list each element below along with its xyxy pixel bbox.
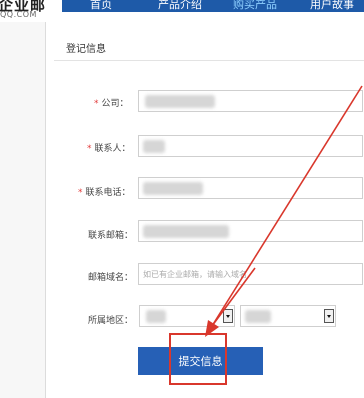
- company-input[interactable]: [138, 90, 363, 112]
- contact-label: * 联系人：: [87, 141, 131, 154]
- redacted-value: [143, 225, 229, 238]
- region-label: 所属地区：: [88, 316, 134, 326]
- nav-item-buy-product[interactable]: 购买产品: [233, 0, 277, 12]
- nav-item-home[interactable]: 首页: [90, 0, 112, 12]
- redacted-value: [145, 95, 215, 108]
- left-sidebar: [0, 22, 46, 398]
- email-label: 联系邮箱：: [88, 231, 134, 241]
- nav-item-user-stories[interactable]: 用户故事: [310, 0, 354, 12]
- contact-label-text: 联系人：: [94, 144, 131, 154]
- company-label-text: 公司：: [101, 99, 129, 109]
- top-navigation: 企业邮 QQ.COM 首页 产品介绍 购买产品 用户故事: [0, 0, 364, 22]
- form-title: 登记信息: [66, 44, 106, 55]
- nav-item-product-intro[interactable]: 产品介绍: [158, 0, 202, 12]
- domain-placeholder: 如已有企业邮箱，请输入域名: [143, 270, 247, 279]
- contact-input[interactable]: [138, 135, 363, 157]
- phone-label-text: 联系电话：: [85, 188, 131, 198]
- registration-page: 企业邮 QQ.COM 首页 产品介绍 购买产品 用户故事 登记信息 * 公司： *…: [0, 0, 364, 398]
- phone-label: * 联系电话：: [78, 185, 131, 198]
- required-mark: *: [94, 99, 99, 109]
- required-mark: *: [87, 144, 92, 154]
- email-input[interactable]: [138, 220, 363, 242]
- domain-label: 邮箱域名：: [88, 273, 134, 283]
- brand-logo[interactable]: 企业邮 QQ.COM: [0, 0, 50, 22]
- chevron-down-icon[interactable]: [223, 309, 233, 323]
- required-mark: *: [78, 188, 83, 198]
- redacted-value: [143, 182, 203, 195]
- phone-input[interactable]: [138, 177, 363, 199]
- domain-input[interactable]: 如已有企业邮箱，请输入域名: [138, 263, 363, 285]
- logo-domain: QQ.COM: [0, 10, 37, 19]
- submit-button[interactable]: 提交信息: [138, 347, 263, 375]
- province-select[interactable]: [139, 305, 235, 327]
- form-panel: 登记信息: [46, 22, 364, 398]
- title-divider: [54, 60, 364, 61]
- redacted-value: [143, 140, 165, 153]
- chevron-down-icon[interactable]: [324, 309, 334, 323]
- company-label: * 公司：: [94, 96, 129, 109]
- redacted-value: [245, 310, 271, 323]
- redacted-value: [146, 310, 166, 323]
- city-select[interactable]: [240, 305, 336, 327]
